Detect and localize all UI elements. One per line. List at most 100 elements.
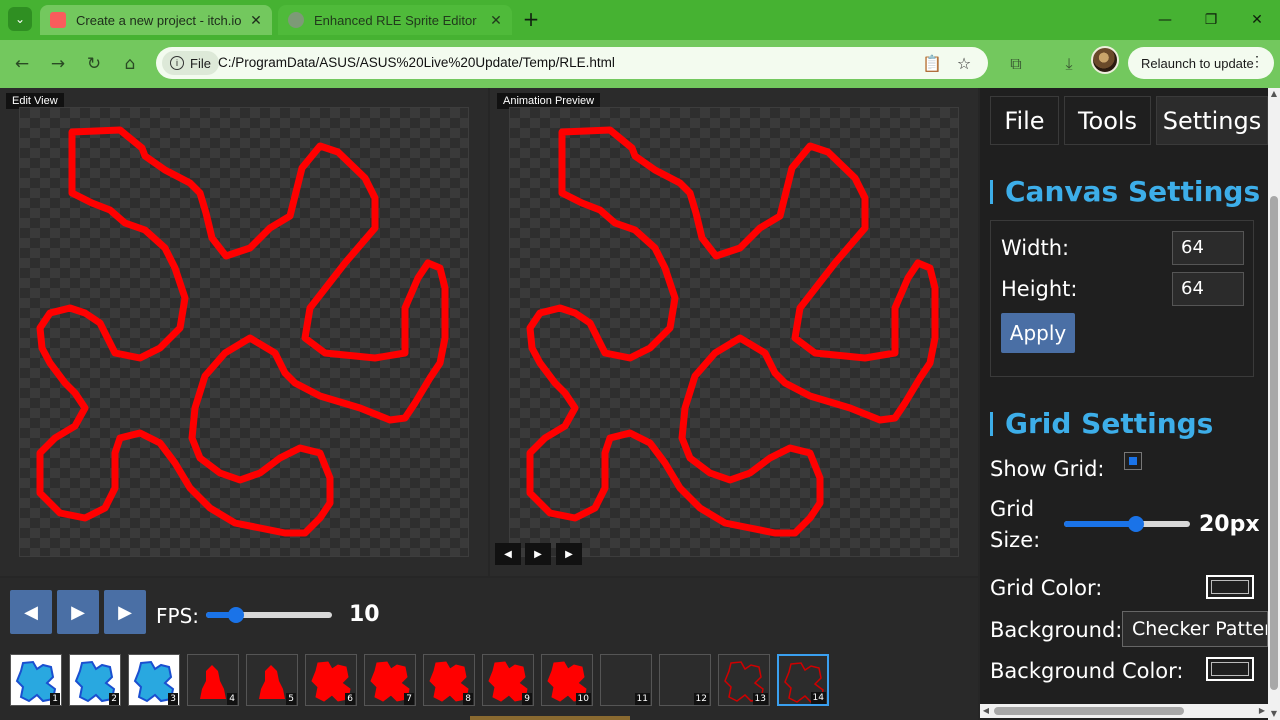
browser-tab-bar: ⌄ Create a new project - itch.io ✕ Enhan… xyxy=(0,0,1280,40)
background-select[interactable]: Checker Pattern xyxy=(1122,611,1268,647)
frame-number: 7 xyxy=(404,693,414,705)
sprite-editor-app: Edit View Animation Preview ◀ ▶ ▶ ◀ ▶ ▶ … xyxy=(0,88,1268,720)
close-window-icon[interactable]: ✕ xyxy=(1234,0,1280,40)
relaunch-label: Relaunch to update xyxy=(1141,55,1254,71)
forward-icon[interactable]: → xyxy=(44,50,72,78)
tab-title: Enhanced RLE Sprite Editor xyxy=(314,12,477,28)
restore-icon[interactable]: ❐ xyxy=(1188,0,1234,40)
site-info-label: File xyxy=(190,55,211,71)
back-icon[interactable]: ← xyxy=(8,50,36,78)
tab-title: Create a new project - itch.io xyxy=(76,12,242,28)
frame-thumbnail[interactable]: 4 xyxy=(187,654,239,706)
play-button[interactable]: ▶ xyxy=(57,590,99,634)
background-color-swatch[interactable] xyxy=(1206,657,1254,681)
frame-thumbnail[interactable]: 12 xyxy=(659,654,711,706)
apply-button[interactable]: Apply xyxy=(1001,313,1075,353)
width-label: Width: xyxy=(1001,236,1070,260)
frame-thumbnail[interactable]: 2 xyxy=(69,654,121,706)
show-grid-label: Show Grid: xyxy=(990,457,1105,481)
minimize-icon[interactable]: — xyxy=(1142,0,1188,40)
frame-thumbnail[interactable]: 7 xyxy=(364,654,416,706)
show-grid-checkbox[interactable] xyxy=(1124,452,1142,470)
next-frame-button[interactable]: ▶ xyxy=(104,590,146,634)
grid-color-label: Grid Color: xyxy=(990,576,1103,600)
home-icon[interactable]: ⌂ xyxy=(116,50,144,78)
background-color-label: Background Color: xyxy=(990,659,1184,683)
frame-thumbnail[interactable]: 11 xyxy=(600,654,652,706)
close-tab-icon[interactable]: ✕ xyxy=(486,12,506,29)
grid-size-slider[interactable] xyxy=(1064,516,1190,532)
close-tab-icon[interactable]: ✕ xyxy=(246,12,266,29)
site-info-chip[interactable]: i File xyxy=(162,51,219,75)
timeline-scroll-thumb[interactable] xyxy=(470,716,630,720)
preview-canvas xyxy=(509,107,959,557)
tab-tools[interactable]: Tools xyxy=(1064,96,1151,145)
timeline-panel: ◀ ▶ ▶ FPS: 10 1 2 3 4 5 6 7 8 9 10 11 12 13 14 xyxy=(0,578,978,720)
frame-number: 3 xyxy=(168,693,178,705)
page-vertical-scrollbar[interactable]: ▲ ▼ xyxy=(1268,88,1280,720)
sidebar-hscroll-thumb[interactable] xyxy=(994,707,1184,715)
preview-next-icon[interactable]: ▶ xyxy=(556,543,582,565)
itchio-favicon-icon xyxy=(50,12,66,28)
browser-tab-rle-editor[interactable]: Enhanced RLE Sprite Editor ✕ xyxy=(278,5,512,35)
height-input[interactable]: 64 xyxy=(1172,272,1244,306)
address-bar[interactable]: i File C:/ProgramData/ASUS/ASUS%20Live%2… xyxy=(156,47,988,79)
bookmark-star-icon[interactable]: ☆ xyxy=(954,53,974,73)
frame-thumbnail[interactable]: 10 xyxy=(541,654,593,706)
sprite-preview-drawing xyxy=(526,126,939,537)
preview-play-icon[interactable]: ▶ xyxy=(525,543,551,565)
new-tab-icon[interactable]: + xyxy=(520,9,542,31)
preview-prev-icon[interactable]: ◀ xyxy=(495,543,521,565)
globe-favicon-icon xyxy=(288,12,304,28)
browser-toolbar: ← → ↻ ⌂ i File C:/ProgramData/ASUS/ASUS%… xyxy=(0,40,1280,88)
frame-number: 9 xyxy=(522,693,532,705)
reload-icon[interactable]: ↻ xyxy=(80,50,108,78)
fps-slider-knob[interactable] xyxy=(228,607,245,623)
scroll-down-icon[interactable]: ▼ xyxy=(1268,708,1280,720)
scroll-up-icon[interactable]: ▲ xyxy=(1268,88,1280,100)
frame-number: 10 xyxy=(575,693,591,705)
frame-number: 6 xyxy=(345,693,355,705)
edit-view-pane: Edit View xyxy=(0,88,488,576)
tab-settings[interactable]: Settings xyxy=(1156,96,1268,145)
vscroll-thumb[interactable] xyxy=(1270,196,1278,690)
relaunch-button[interactable]: Relaunch to update ⋮ xyxy=(1128,47,1274,79)
profile-avatar[interactable] xyxy=(1091,46,1119,74)
background-label: Background: xyxy=(990,618,1123,642)
browser-tab-itchio[interactable]: Create a new project - itch.io ✕ xyxy=(40,5,272,35)
download-icon[interactable]: ⤓ xyxy=(1059,54,1079,74)
sidebar-horizontal-scrollbar[interactable]: ◀ ▶ xyxy=(980,704,1268,718)
frame-thumbnail[interactable]: 14 xyxy=(777,654,829,706)
frame-thumbnail[interactable]: 13 xyxy=(718,654,770,706)
grid-slider-fill xyxy=(1064,521,1136,527)
height-label: Height: xyxy=(1001,277,1078,301)
frame-thumbnail[interactable]: 9 xyxy=(482,654,534,706)
grid-size-label-2: Size: xyxy=(990,528,1041,552)
grid-settings-title: Grid Settings xyxy=(990,410,1213,438)
url-text[interactable]: C:/ProgramData/ASUS/ASUS%20Live%20Update… xyxy=(218,55,615,70)
frame-number: 11 xyxy=(634,693,650,705)
frame-thumbnail[interactable]: 1 xyxy=(10,654,62,706)
grid-color-swatch[interactable] xyxy=(1206,575,1254,599)
frame-thumbnail[interactable]: 3 xyxy=(128,654,180,706)
grid-slider-knob[interactable] xyxy=(1127,516,1144,532)
width-input[interactable]: 64 xyxy=(1172,231,1244,265)
frame-thumbnail[interactable]: 6 xyxy=(305,654,357,706)
edit-canvas[interactable] xyxy=(19,107,469,557)
canvas-settings-title: Canvas Settings xyxy=(990,178,1260,206)
frame-number: 14 xyxy=(810,692,826,704)
frame-number: 2 xyxy=(109,693,119,705)
scroll-right-icon[interactable]: ▶ xyxy=(1256,704,1268,718)
tab-search-dropdown-icon[interactable]: ⌄ xyxy=(8,7,32,31)
more-menu-icon[interactable]: ⋮ xyxy=(1250,53,1264,70)
info-icon: i xyxy=(170,56,184,70)
fps-slider[interactable] xyxy=(206,607,332,623)
frame-thumbnail[interactable]: 8 xyxy=(423,654,475,706)
prev-frame-button[interactable]: ◀ xyxy=(10,590,52,634)
clipboard-icon[interactable]: 📋 xyxy=(922,53,942,73)
tab-file[interactable]: File xyxy=(990,96,1059,145)
extensions-icon[interactable]: ⧉ xyxy=(1006,54,1026,74)
frame-number: 13 xyxy=(752,693,768,705)
scroll-left-icon[interactable]: ◀ xyxy=(980,704,992,718)
frame-thumbnail[interactable]: 5 xyxy=(246,654,298,706)
